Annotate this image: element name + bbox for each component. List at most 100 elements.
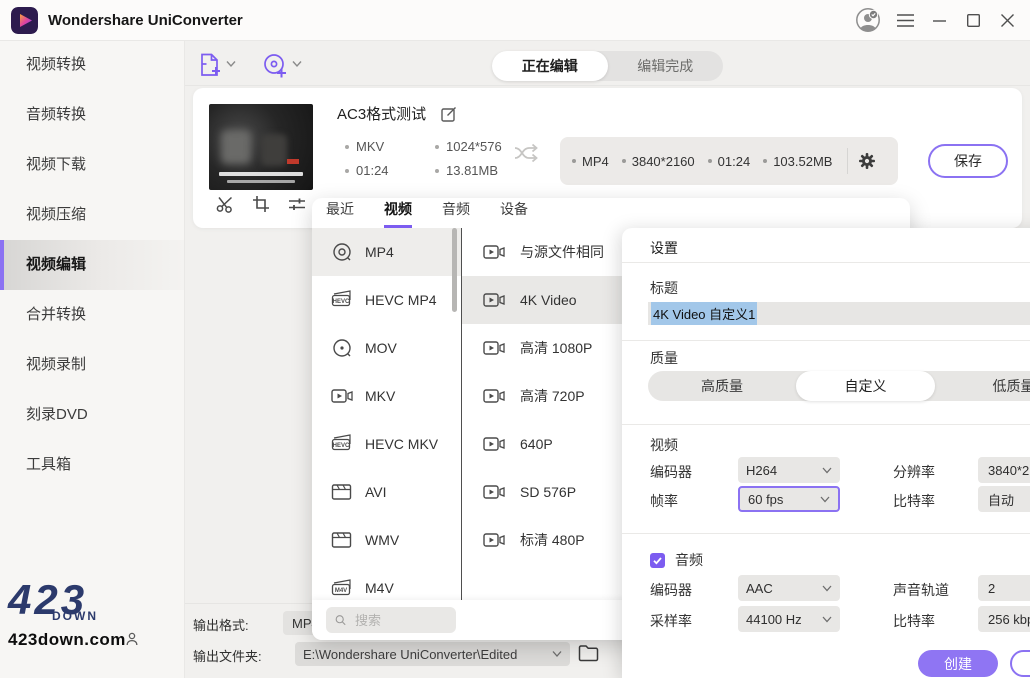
audio-encoder-select[interactable]: AAC (738, 575, 840, 601)
titlebar: Wondershare UniConverter (0, 0, 1030, 41)
sidebar-item-video-edit[interactable]: 视频编辑 (0, 240, 184, 290)
output-size: 103.52MB (773, 154, 832, 169)
quality-option-low[interactable]: 低质量 (935, 371, 1030, 401)
quality-segmented-control: 高质量 自定义 低质量 (648, 371, 1030, 401)
check-icon (652, 555, 663, 566)
tab-device[interactable]: 设备 (500, 199, 528, 228)
account-avatar-button[interactable] (848, 0, 888, 40)
sidebar-item-screen-record[interactable]: 视频录制 (0, 340, 184, 390)
audio-encoder-value: AAC (746, 581, 773, 596)
format-item-hevc-mkv[interactable]: HEVC HEVC MKV (312, 420, 461, 468)
source-duration: 01:24 (356, 163, 389, 178)
quality-option-high[interactable]: 高质量 (648, 371, 796, 401)
chevron-down-icon (822, 467, 832, 474)
output-format: MP4 (582, 154, 609, 169)
quality-option-custom[interactable]: 自定义 (796, 371, 935, 401)
video-encoder-select[interactable]: H264 (738, 457, 840, 483)
audio-channel-field[interactable]: 2 (978, 575, 1030, 601)
clapperboard-icon (330, 528, 354, 552)
hevc-badge-icon: HEVC (330, 432, 354, 456)
output-folder-select[interactable]: E:\Wondershare UniConverter\Edited (295, 642, 570, 666)
search-input[interactable] (353, 612, 447, 629)
divider (847, 148, 848, 174)
format-item-wmv[interactable]: WMV (312, 516, 461, 564)
video-bitrate-field[interactable]: 自动 (978, 486, 1030, 512)
thumbnail-toolbar (209, 194, 313, 214)
bullet (345, 169, 349, 173)
sidebar-item-audio-convert[interactable]: 音频转换 (0, 90, 184, 140)
audio-enabled-checkbox[interactable] (650, 553, 665, 568)
sidebar-item-video-compress[interactable]: 视频压缩 (0, 190, 184, 240)
samplerate-select[interactable]: 44100 Hz (738, 606, 840, 632)
video-camera-icon (482, 480, 506, 504)
format-list-scrollbar[interactable] (452, 228, 457, 312)
create-button[interactable]: 创建 (918, 650, 998, 677)
search-icon (335, 613, 346, 627)
rename-edit-icon[interactable] (440, 105, 458, 123)
add-dvd-icon (262, 52, 288, 78)
video-camera-icon (482, 384, 506, 408)
app-title: Wondershare UniConverter (48, 12, 243, 29)
output-settings-gear-icon[interactable] (858, 152, 876, 170)
add-file-button[interactable] (198, 52, 236, 78)
m4v-badge-icon: M4V (330, 576, 354, 600)
watermark-site-text: 423down.com (8, 630, 128, 650)
resolution-label: 分辨率 (893, 462, 935, 482)
resolution-field[interactable]: 3840*2160 (978, 457, 1030, 483)
video-camera-icon (482, 432, 506, 456)
disc-format-icon (330, 336, 354, 360)
video-encoder-label: 编码器 (650, 462, 692, 482)
sidebar-item-video-convert[interactable]: 视频转换 (0, 40, 184, 90)
source-format: MKV (356, 139, 384, 154)
save-button[interactable]: 保存 (928, 144, 1008, 178)
sidebar-item-burn-dvd[interactable]: 刻录DVD (0, 390, 184, 440)
sidebar-item-video-download[interactable]: 视频下载 (0, 140, 184, 190)
video-camera-icon (482, 336, 506, 360)
audio-section-header: 音频 (675, 550, 703, 570)
format-item-m4v[interactable]: M4V M4V (312, 564, 461, 600)
menu-button[interactable] (888, 0, 922, 40)
svg-text:HEVC: HEVC (333, 443, 350, 449)
format-item-mp4[interactable]: MP4 (312, 228, 461, 276)
tab-recent[interactable]: 最近 (326, 199, 354, 228)
chevron-down-icon (292, 60, 302, 68)
adjust-effects-icon[interactable] (287, 194, 307, 214)
tab-editing[interactable]: 正在编辑 (492, 51, 608, 81)
settings-panel: 设置 标题 4K Video 自定义1 质量 高质量 自定义 低质量 视频 编码… (622, 228, 1030, 678)
chevron-down-icon (822, 585, 832, 592)
disc-format-icon (330, 240, 354, 264)
sidebar-item-merge-convert[interactable]: 合并转换 (0, 290, 184, 340)
video-thumbnail[interactable] (209, 104, 313, 190)
tab-audio[interactable]: 音频 (442, 199, 470, 228)
chevron-down-icon (552, 650, 562, 658)
crop-icon[interactable] (251, 194, 271, 214)
format-search-box[interactable] (326, 607, 456, 633)
audio-bitrate-field[interactable]: 256 kbps (978, 606, 1030, 632)
sidebar-item-toolbox[interactable]: 工具箱 (0, 440, 184, 490)
audio-channel-value: 2 (988, 581, 995, 596)
tab-video[interactable]: 视频 (384, 199, 412, 228)
secondary-button-partial[interactable] (1010, 650, 1030, 677)
trim-scissors-icon[interactable] (215, 194, 235, 214)
preset-label: 640P (520, 436, 553, 452)
video-camera-icon (482, 288, 506, 312)
format-item-hevc-mp4[interactable]: HEVC HEVC MP4 (312, 276, 461, 324)
title-input[interactable]: 4K Video 自定义1 (648, 302, 1030, 325)
format-item-avi[interactable]: AVI (312, 468, 461, 516)
app-logo-icon (11, 7, 38, 34)
format-list: MP4 HEVC HEVC MP4 MOV MKV (312, 228, 461, 600)
format-item-mkv[interactable]: MKV (312, 372, 461, 420)
add-dvd-button[interactable] (262, 52, 302, 78)
tab-edit-finished[interactable]: 编辑完成 (608, 51, 724, 81)
browse-folder-button[interactable] (578, 644, 599, 662)
close-button[interactable] (990, 0, 1024, 40)
minimize-button[interactable] (922, 0, 956, 40)
add-file-icon (198, 52, 222, 78)
format-label: AVI (365, 484, 387, 500)
maximize-button[interactable] (956, 0, 990, 40)
app-window: Wondershare UniConverter (0, 0, 1030, 678)
format-item-mov[interactable]: MOV (312, 324, 461, 372)
feedback-person-button[interactable] (124, 631, 140, 648)
framerate-select[interactable]: 60 fps (738, 486, 840, 512)
output-resolution: 3840*2160 (632, 154, 695, 169)
